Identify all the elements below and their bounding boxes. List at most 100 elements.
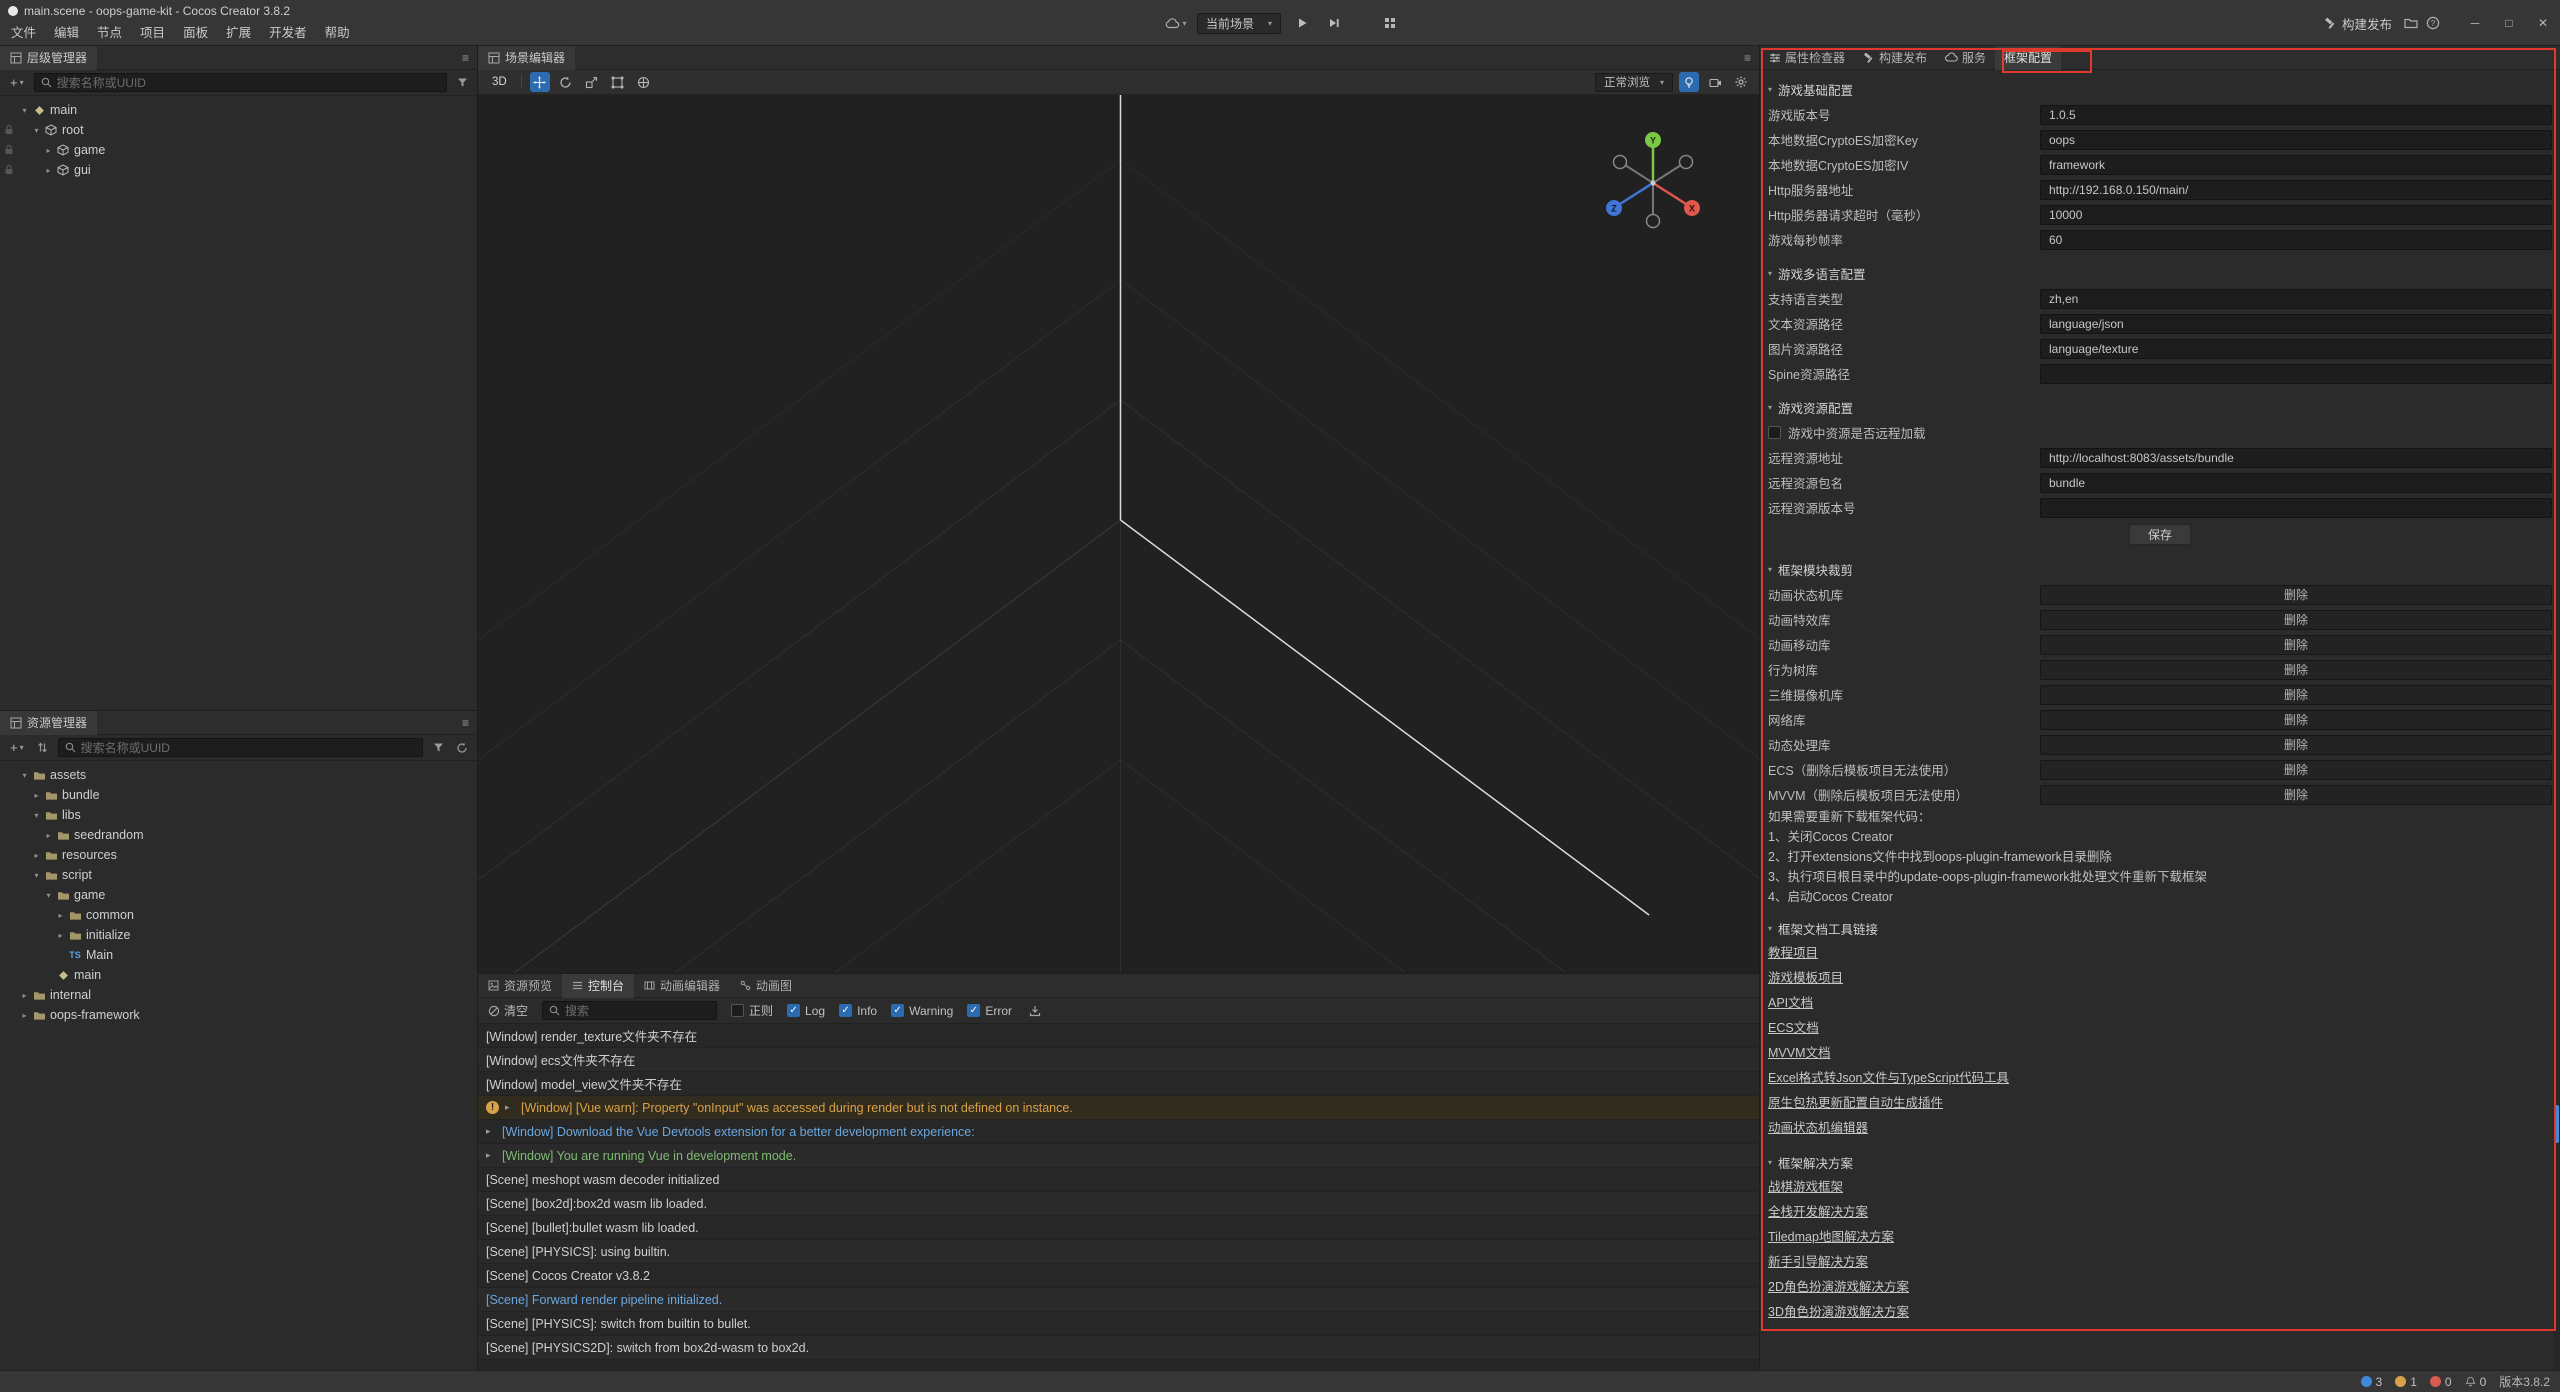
section-solutions[interactable]: ▾ 框架解决方案 <box>1760 1149 2560 1175</box>
delete-module-button[interactable]: 删除 <box>2040 660 2552 680</box>
log-row[interactable]: ! ▸ [Scene] [PHYSICS]: switch from built… <box>478 1312 1759 1336</box>
save-button[interactable]: 保存 <box>2129 524 2191 545</box>
rotate-tool-icon[interactable] <box>556 72 576 92</box>
scene-viewport[interactable]: Y X Z <box>478 95 1759 973</box>
property-input[interactable]: 10000 <box>2040 205 2552 225</box>
collapse-arrow-icon[interactable]: ▾ <box>30 811 43 820</box>
solution-link[interactable]: 3D角色扮演游戏解决方案 <box>1768 1300 1909 1325</box>
3d-mode-toggle[interactable]: 3D <box>486 74 513 90</box>
console-panel-tab[interactable]: 动画编辑器 <box>634 974 730 998</box>
regex-checkbox[interactable] <box>731 1004 744 1017</box>
log-row[interactable]: ! ▸ [Scene] [box2d]:box2d wasm lib loade… <box>478 1192 1759 1216</box>
tree-node[interactable]: ▾ ▸ TS <box>0 120 477 140</box>
menu-item[interactable]: 文件 <box>2 20 45 46</box>
menu-item[interactable]: 开发者 <box>260 20 316 46</box>
menu-item[interactable]: 面板 <box>174 20 217 46</box>
expand-arrow-icon[interactable]: ▸ <box>30 791 43 800</box>
property-input[interactable]: oops <box>2040 130 2552 150</box>
property-input[interactable]: language/texture <box>2040 339 2552 359</box>
filter-checkbox[interactable] <box>891 1004 904 1017</box>
tree-node[interactable]: ▾ ▸ TS seedrandom <box>0 825 477 845</box>
solution-link[interactable]: 新手引导解决方案 <box>1768 1250 1868 1275</box>
warning-count-badge[interactable]: 1 <box>2395 1375 2417 1389</box>
assets-search[interactable] <box>58 738 423 757</box>
expand-arrow-icon[interactable]: ▸ <box>42 831 55 840</box>
expand-arrow-icon[interactable]: ▸ <box>18 1011 31 1020</box>
menu-item[interactable]: 项目 <box>131 20 174 46</box>
scene-select[interactable]: 当前场景 ▾ <box>1197 13 1281 34</box>
delete-module-button[interactable]: 删除 <box>2040 635 2552 655</box>
tree-node[interactable]: ▾ ▸ TS oops-framework <box>0 1005 477 1025</box>
filter-checkbox[interactable] <box>839 1004 852 1017</box>
remote-load-checkbox[interactable] <box>1768 426 1781 439</box>
info-count-badge[interactable]: 3 <box>2361 1375 2383 1389</box>
tree-node[interactable]: ▾ ▸ TS script <box>0 865 477 885</box>
filter-icon[interactable] <box>453 72 471 94</box>
doc-link[interactable]: 游戏模板项目 <box>1768 966 1843 991</box>
property-input[interactable]: http://192.168.0.150/main/ <box>2040 180 2552 200</box>
scrollbar-track[interactable] <box>2553 70 2560 1370</box>
menu-item[interactable]: 编辑 <box>45 20 88 46</box>
layout-grid-icon[interactable] <box>1379 12 1401 34</box>
menu-item[interactable]: 帮助 <box>316 20 359 46</box>
hierarchy-search-input[interactable] <box>57 76 440 90</box>
scrollbar-thumb[interactable] <box>2554 1105 2559 1143</box>
section-basic-config[interactable]: ▾ 游戏基础配置 <box>1760 76 2560 102</box>
log-row[interactable]: ! ▸ [Scene] [PHYSICS2D]: switch from box… <box>478 1336 1759 1360</box>
expand-arrow-icon[interactable]: ▸ <box>42 166 55 175</box>
tree-node[interactable]: ▾ ▸ TS game <box>0 885 477 905</box>
auto-scroll-icon[interactable] <box>1026 1000 1044 1022</box>
doc-link[interactable]: 动画状态机编辑器 <box>1768 1116 1868 1141</box>
view-mode-select[interactable]: 正常浏览 ▾ <box>1595 73 1673 92</box>
inspector-panel-tab[interactable]: 构建发布 <box>1854 46 1936 70</box>
notification-badge[interactable]: 0 <box>2465 1375 2487 1389</box>
expand-arrow-icon[interactable]: ▸ <box>486 1126 496 1137</box>
gear-icon[interactable] <box>1731 72 1751 92</box>
property-input[interactable]: framework <box>2040 155 2552 175</box>
play-button[interactable] <box>1291 12 1313 34</box>
property-input[interactable] <box>2040 498 2552 518</box>
tree-node[interactable]: ▾ ▸ TS <box>0 140 477 160</box>
hierarchy-search[interactable] <box>34 73 447 92</box>
lock-icon[interactable] <box>4 124 14 135</box>
collapse-arrow-icon[interactable]: ▾ <box>42 891 55 900</box>
tree-node[interactable]: ▾ ▸ TS initialize <box>0 925 477 945</box>
build-publish-button[interactable]: 构建发布 <box>2316 14 2400 33</box>
expand-arrow-icon[interactable]: ▸ <box>54 931 67 940</box>
minimize-button[interactable]: ─ <box>2458 0 2492 46</box>
doc-link[interactable]: 原生包热更新配置自动生成插件 <box>1768 1091 1943 1116</box>
property-input[interactable] <box>2040 364 2552 384</box>
step-button[interactable] <box>1323 12 1345 34</box>
regex-filter[interactable]: 正则 <box>731 1002 773 1019</box>
tree-node[interactable]: ▾ ▸ TS libs <box>0 805 477 825</box>
hierarchy-tab[interactable]: 层级管理器 <box>0 46 97 70</box>
doc-link[interactable]: ECS文档 <box>1768 1016 1819 1041</box>
tree-node[interactable]: ▾ ▸ TS assets <box>0 765 477 785</box>
scale-tool-icon[interactable] <box>582 72 602 92</box>
delete-module-button[interactable]: 删除 <box>2040 685 2552 705</box>
collapse-arrow-icon[interactable]: ▾ <box>18 771 31 780</box>
log-row[interactable]: ! ▸ [Window] Download the Vue Devtools e… <box>478 1120 1759 1144</box>
sort-icon[interactable] <box>34 737 52 759</box>
section-module-trim[interactable]: ▾ 框架模块裁剪 <box>1760 556 2560 582</box>
log-level-filter[interactable]: Warning <box>891 1004 953 1018</box>
refresh-icon[interactable] <box>453 737 471 759</box>
log-row[interactable]: ! ▸ [Window] You are running Vue in deve… <box>478 1144 1759 1168</box>
tree-node[interactable]: ▾ ▸ TS <box>0 100 477 120</box>
error-count-badge[interactable]: 0 <box>2430 1375 2452 1389</box>
log-row[interactable]: ! ▸ [Scene] Forward render pipeline init… <box>478 1288 1759 1312</box>
collapse-arrow-icon[interactable]: ▾ <box>30 126 43 135</box>
property-input[interactable]: bundle <box>2040 473 2552 493</box>
assets-tab[interactable]: 资源管理器 <box>0 711 97 735</box>
gizmo-space-icon[interactable] <box>634 72 654 92</box>
panel-menu-icon[interactable]: ≡ <box>462 51 469 65</box>
tree-node[interactable]: ▾ ▸ TS internal <box>0 985 477 1005</box>
log-level-filter[interactable]: Log <box>787 1004 825 1018</box>
console-panel-tab[interactable]: 控制台 <box>562 974 634 998</box>
maximize-button[interactable]: □ <box>2492 0 2526 46</box>
log-row[interactable]: ! ▸ [Scene] Cocos Creator v3.8.2 <box>478 1264 1759 1288</box>
log-row[interactable]: ! ▸ [Window] ecs文件夹不存在 <box>478 1048 1759 1072</box>
log-level-filter[interactable]: Error <box>967 1004 1012 1018</box>
property-input[interactable]: 1.0.5 <box>2040 105 2552 125</box>
collapse-arrow-icon[interactable]: ▾ <box>18 106 31 115</box>
